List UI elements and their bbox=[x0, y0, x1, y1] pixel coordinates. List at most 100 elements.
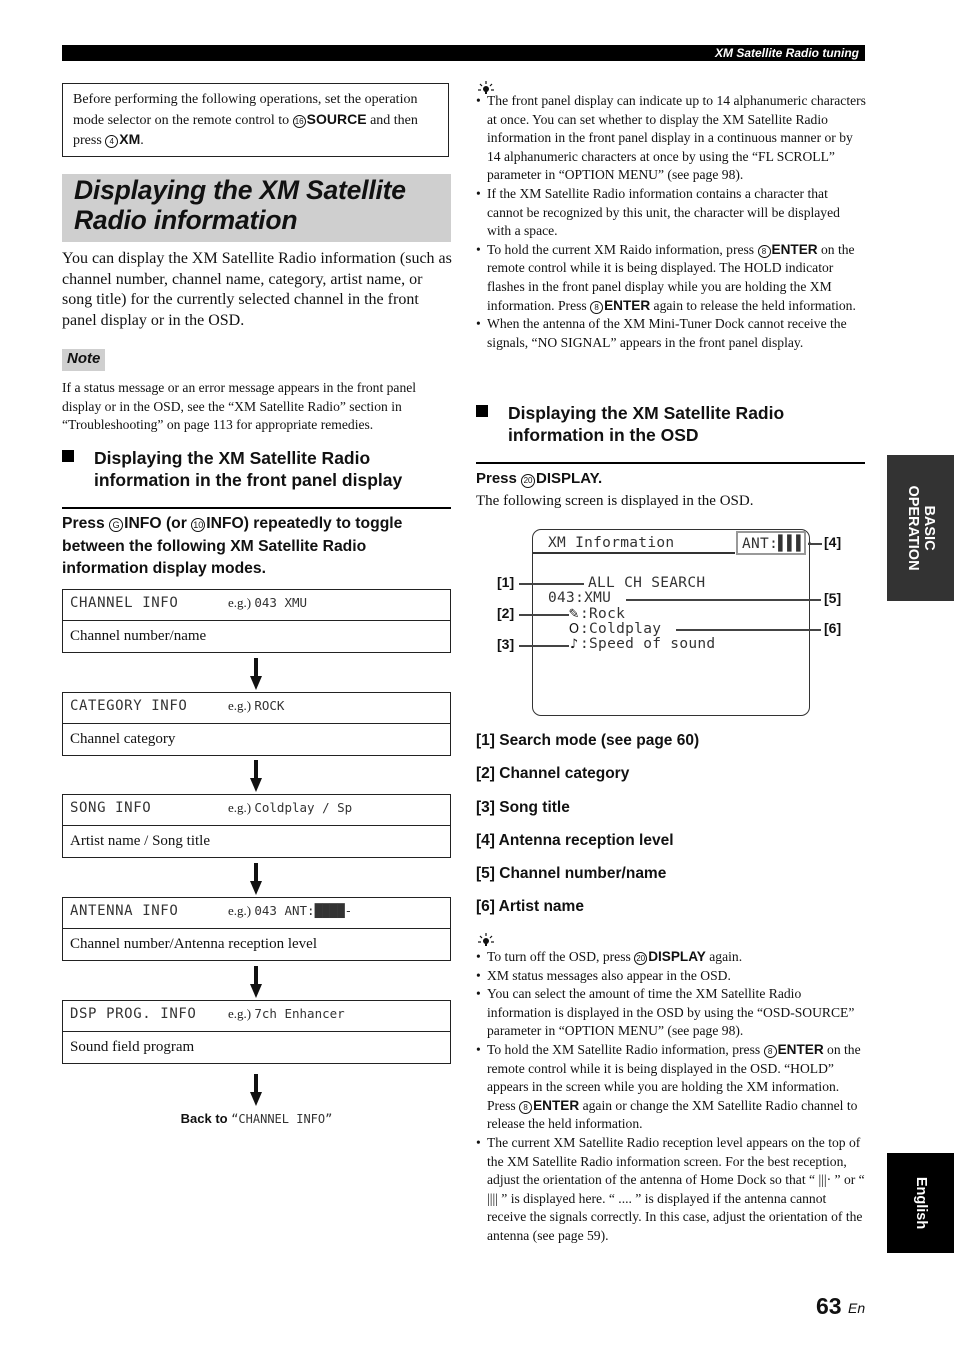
callout-6: [6] bbox=[824, 620, 842, 636]
instruction-text: (or bbox=[161, 515, 192, 532]
enter-button-label: ENTER bbox=[777, 1041, 824, 1057]
music-note-icon: ♪ bbox=[569, 637, 579, 652]
key-4-icon: 4 bbox=[105, 135, 119, 148]
key-8-icon: 8 bbox=[519, 1100, 533, 1114]
example-value: 043 ANT:████- bbox=[254, 903, 353, 918]
key-8-icon: 8 bbox=[590, 300, 604, 314]
osd-search-mode: ALL CH SEARCH bbox=[588, 575, 706, 591]
callout-5: [5] bbox=[824, 590, 842, 606]
tip-text: again to release the held information. bbox=[650, 297, 856, 313]
enter-button-label: ENTER bbox=[604, 297, 651, 313]
back-to-target: “CHANNEL INFO” bbox=[231, 1112, 333, 1126]
display-mode-header: ANTENNA INFO e.g.) 043 ANT:████- bbox=[63, 898, 450, 929]
legend-item-1: [1] Search mode (see page 60) bbox=[476, 732, 700, 749]
callout-3: [3] bbox=[497, 636, 515, 652]
leader-line-2 bbox=[519, 614, 569, 616]
side-tab-label: BASIC OPERATION bbox=[904, 485, 937, 571]
tip-text: again. bbox=[705, 949, 743, 964]
display-mode-box: ANTENNA INFO e.g.) 043 ANT:████- Channel n… bbox=[62, 897, 451, 961]
example-value: Coldplay / Sp bbox=[254, 800, 353, 815]
back-to-text: Back to bbox=[180, 1111, 232, 1126]
display-mode-description: Artist name / Song title bbox=[70, 833, 210, 849]
display-mode-name: CHANNEL INFO bbox=[70, 595, 179, 611]
callout-1: [1] bbox=[497, 574, 515, 590]
display-button-label: DISPLAY bbox=[536, 470, 599, 487]
osd-channel: 043:XMU bbox=[548, 590, 612, 606]
leader-line-4 bbox=[808, 543, 822, 545]
info-button-label: INFO bbox=[206, 515, 244, 532]
section-title: Displaying the XM Satellite Radio inform… bbox=[62, 174, 451, 242]
key-10-icon: 10 bbox=[191, 518, 206, 532]
divider bbox=[62, 507, 451, 509]
tip-item: The front panel display can indicate up … bbox=[476, 92, 866, 185]
display-mode-example: e.g.) Coldplay / Sp bbox=[228, 800, 352, 816]
osd-instruction: Press 20 DISPLAY. bbox=[476, 470, 602, 488]
key-g-icon: G bbox=[109, 518, 124, 532]
display-mode-box: CATEGORY INFO e.g.) ROCK Channel category bbox=[62, 692, 451, 756]
down-arrow-icon bbox=[250, 1074, 262, 1106]
legend-item-6: [6] Artist name bbox=[476, 898, 584, 915]
display-mode-name: SONG INFO bbox=[70, 800, 152, 816]
display-button-label: DISPLAY bbox=[648, 949, 706, 964]
example-label: e.g.) bbox=[228, 903, 252, 918]
tip-text: To hold the current XM Raido information… bbox=[487, 241, 758, 257]
back-to-label: Back to “CHANNEL INFO” bbox=[62, 1111, 451, 1127]
display-mode-box: DSP PROG. INFO e.g.) 7ch Enhancer Sound fi… bbox=[62, 1000, 451, 1064]
leader-line-6 bbox=[676, 629, 821, 631]
osd-heading-text: Displaying the XM Satellite Radio inform… bbox=[508, 403, 785, 445]
callout-4: [4] bbox=[824, 534, 842, 550]
display-mode-name: ANTENNA INFO bbox=[70, 903, 179, 919]
osd-description: The following screen is displayed in the… bbox=[476, 493, 754, 509]
osd-song-line: ♪:Speed of sound bbox=[568, 635, 715, 653]
osd-screen: XM Information ANT:▌▌▌· ALL CH SEARCH 04… bbox=[532, 529, 814, 716]
display-mode-example: e.g.) 043 XMU bbox=[228, 595, 307, 611]
down-arrow-icon bbox=[250, 863, 262, 895]
intro-paragraph: You can display the XM Satellite Radio i… bbox=[62, 250, 452, 330]
page-language: En bbox=[848, 1300, 866, 1316]
note-label: Note bbox=[62, 349, 106, 371]
xm-button-label: XM bbox=[119, 131, 141, 147]
display-mode-name: CATEGORY INFO bbox=[70, 698, 188, 714]
display-mode-header: CATEGORY INFO e.g.) ROCK bbox=[63, 693, 450, 724]
tip-text: To turn off the OSD, press bbox=[487, 949, 635, 964]
note-text: If a status message or an error message … bbox=[62, 380, 417, 433]
source-button-label: SOURCE bbox=[306, 110, 367, 127]
display-mode-example: e.g.) 043 ANT:████- bbox=[228, 903, 352, 919]
osd-title-underline bbox=[533, 552, 735, 554]
example-value: 043 XMU bbox=[254, 595, 308, 610]
legend-item-4: [4] Antenna reception level bbox=[476, 832, 674, 849]
divider bbox=[476, 462, 865, 464]
display-mode-header: DSP PROG. INFO e.g.) 7ch Enhancer bbox=[63, 1001, 450, 1032]
tip-item: To hold the XM Satellite Radio informati… bbox=[476, 1041, 866, 1134]
display-mode-description: Channel number/name bbox=[70, 628, 207, 644]
down-arrow-icon bbox=[250, 760, 262, 792]
down-arrow-icon bbox=[250, 658, 262, 690]
display-mode-example: e.g.) 7ch Enhancer bbox=[228, 1006, 345, 1022]
tip-lightbulb-icon bbox=[478, 933, 494, 946]
header-title: XM Satellite Radio tuning bbox=[714, 46, 859, 60]
square-bullet-icon bbox=[62, 450, 74, 462]
leader-line-3 bbox=[519, 645, 569, 647]
key-16-icon: 16 bbox=[292, 114, 306, 128]
key-20-icon: 20 bbox=[521, 474, 536, 488]
enter-button-label: ENTER bbox=[771, 241, 818, 257]
example-label: e.g.) bbox=[228, 1006, 252, 1021]
page-number: 63 bbox=[816, 1293, 842, 1319]
key-8-icon: 8 bbox=[757, 244, 771, 258]
example-label: e.g.) bbox=[228, 595, 252, 610]
side-tab-english[interactable]: English bbox=[887, 1153, 954, 1253]
side-tab-basic-operation[interactable]: BASIC OPERATION bbox=[887, 455, 954, 601]
display-mode-header: SONG INFO e.g.) Coldplay / Sp bbox=[63, 795, 450, 826]
header-bar: XM Satellite Radio tuning bbox=[62, 45, 865, 61]
callout-2: [2] bbox=[497, 605, 515, 621]
square-bullet-icon bbox=[476, 405, 488, 417]
tip-item: If the XM Satellite Radio information co… bbox=[476, 185, 866, 241]
example-value: ROCK bbox=[254, 698, 285, 713]
tip-item: You can select the amount of time the XM… bbox=[476, 985, 866, 1041]
example-label: e.g.) bbox=[228, 800, 252, 815]
tip-text: To hold the XM Satellite Radio informati… bbox=[487, 1041, 764, 1057]
display-mode-name: DSP PROG. INFO bbox=[70, 1006, 197, 1022]
prerequisite-text: . bbox=[140, 133, 144, 148]
display-mode-box: SONG INFO e.g.) Coldplay / Sp Artist name … bbox=[62, 794, 451, 858]
tip-item: XM status messages also appear in the OS… bbox=[476, 967, 866, 986]
